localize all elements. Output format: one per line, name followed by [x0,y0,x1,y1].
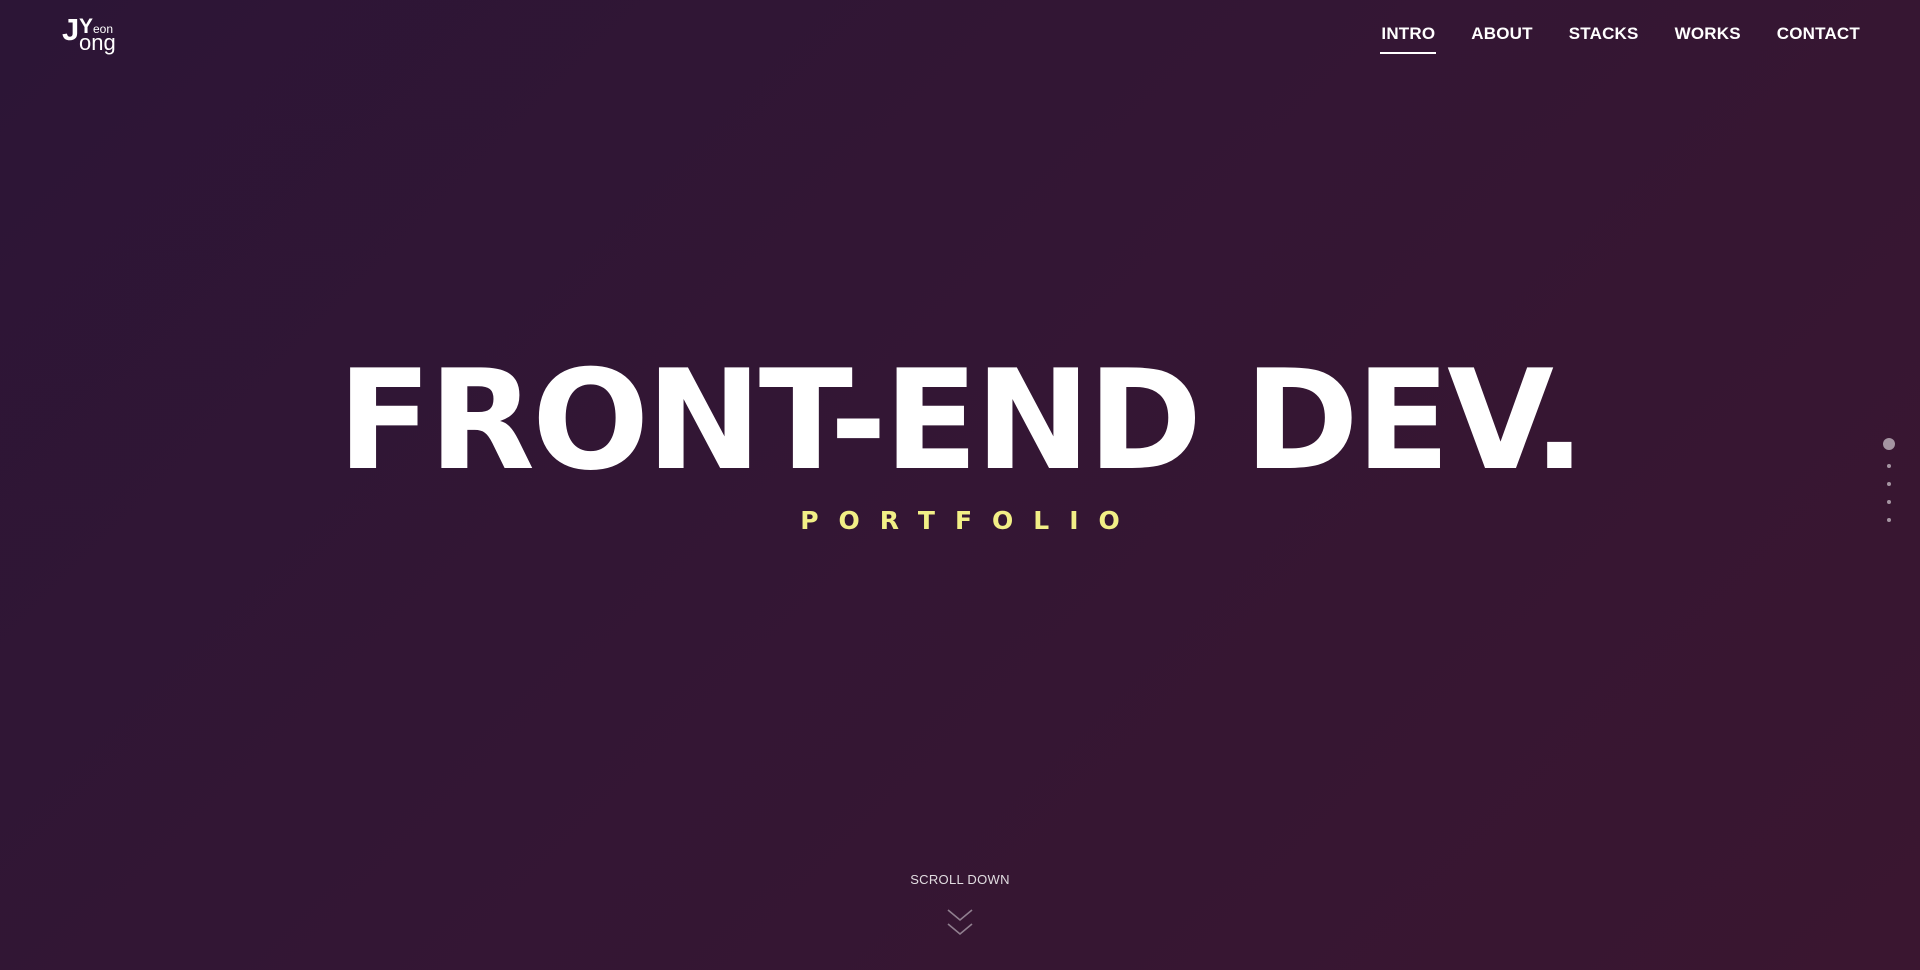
pagination-dot-intro[interactable] [1883,438,1895,450]
nav-item-stacks[interactable]: STACKS [1569,24,1639,54]
logo-letter-j: J [62,12,80,47]
pagination-dot-contact[interactable] [1887,518,1891,522]
scroll-down-label[interactable]: SCROLL DOWN [0,872,1920,887]
pagination-dot-works[interactable] [1887,500,1891,504]
nav-item-works[interactable]: WORKS [1675,24,1741,54]
section-pagination [1883,438,1895,522]
nav-item-intro[interactable]: INTRO [1380,24,1437,54]
pagination-dot-stacks[interactable] [1887,482,1891,486]
nav-item-contact[interactable]: CONTACT [1777,24,1860,54]
logo-text-ong: ong [79,30,116,55]
hero-subtitle: PORTFOLIO [800,506,1140,535]
main-navigation: INTRO ABOUT STACKS WORKS CONTACT [1380,24,1860,54]
pagination-dot-about[interactable] [1887,464,1891,468]
double-chevron-down-icon[interactable] [946,906,974,940]
site-logo[interactable]: J Y eon ong [62,14,122,54]
nav-item-about[interactable]: ABOUT [1471,24,1532,54]
hero-title: FRONT-END DEV. [337,340,1585,501]
